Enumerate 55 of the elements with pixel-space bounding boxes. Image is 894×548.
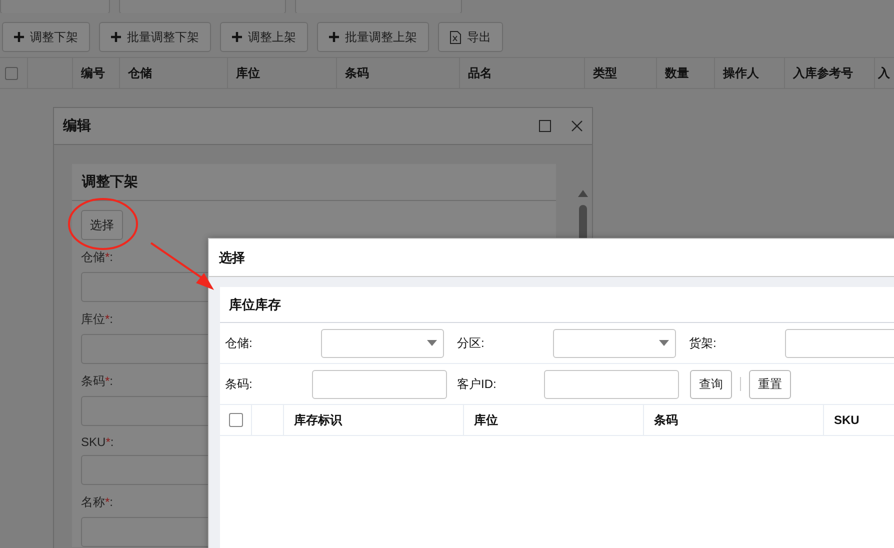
column-header: 入 — [878, 64, 890, 82]
annotation-circle — [68, 198, 138, 250]
filter-label: 条码: — [225, 376, 254, 392]
column-header: SKU — [834, 413, 860, 427]
field-label: 仓储*: — [81, 249, 114, 266]
close-icon[interactable] — [571, 120, 583, 132]
maximize-icon[interactable] — [539, 120, 551, 132]
column-header: 数量 — [665, 64, 689, 82]
scroll-up-icon[interactable] — [578, 189, 588, 197]
column-header: 条码 — [345, 64, 369, 82]
field-label: 库位*: — [81, 311, 114, 328]
input-field[interactable] — [312, 370, 447, 398]
filter-label: 分区: — [457, 334, 486, 352]
select-button[interactable]: 选择 — [81, 210, 123, 240]
plus-icon — [111, 32, 121, 42]
toolbar-button[interactable]: 导出 — [438, 22, 503, 52]
caret-icon — [659, 340, 669, 346]
dropdown[interactable] — [321, 328, 444, 358]
panel-title: 调整下架 — [82, 173, 138, 191]
column-header: 入库参考号 — [793, 64, 853, 82]
field-label: 名称*: — [81, 494, 114, 511]
document-icon — [450, 30, 461, 44]
field-label: 条码*: — [81, 373, 114, 390]
plus-icon — [14, 32, 24, 42]
filter-label: 客户ID: — [457, 376, 498, 392]
caret-icon — [427, 340, 437, 346]
field-label: SKU*: — [81, 435, 114, 449]
plus-icon — [232, 32, 242, 42]
column-header: 仓储 — [128, 64, 152, 82]
action-button[interactable]: 重置 — [749, 370, 791, 398]
dialog-title: 选择 — [219, 248, 245, 266]
checkbox[interactable] — [228, 413, 242, 427]
input-field[interactable] — [544, 370, 679, 398]
filter-label: 货架: — [689, 334, 718, 352]
toolbar-button[interactable]: 批量调整下架 — [99, 22, 211, 52]
action-button[interactable]: 查询 — [690, 370, 732, 398]
filter-label: 仓储: — [225, 334, 254, 352]
column-header: 条码 — [654, 412, 678, 428]
column-header: 库位 — [474, 412, 498, 428]
column-header: 库存标识 — [294, 412, 342, 428]
annotation-arrow — [150, 242, 214, 290]
dialog-title: 编辑 — [63, 117, 92, 135]
column-header: 库位 — [236, 64, 260, 82]
checkbox[interactable] — [5, 66, 18, 80]
column-header: 操作人 — [723, 64, 759, 82]
dropdown[interactable] — [553, 328, 676, 358]
column-header: 编号 — [81, 64, 105, 82]
plus-icon — [329, 32, 339, 42]
column-header: 类型 — [593, 64, 617, 82]
toolbar-button[interactable]: 调整下架 — [2, 22, 90, 52]
column-header: 品名 — [468, 64, 492, 82]
toolbar-button[interactable]: 批量调整上架 — [317, 22, 429, 52]
panel-title: 库位库存 — [229, 296, 281, 314]
input-field[interactable] — [785, 328, 894, 358]
toolbar-button[interactable]: 调整上架 — [220, 22, 308, 52]
